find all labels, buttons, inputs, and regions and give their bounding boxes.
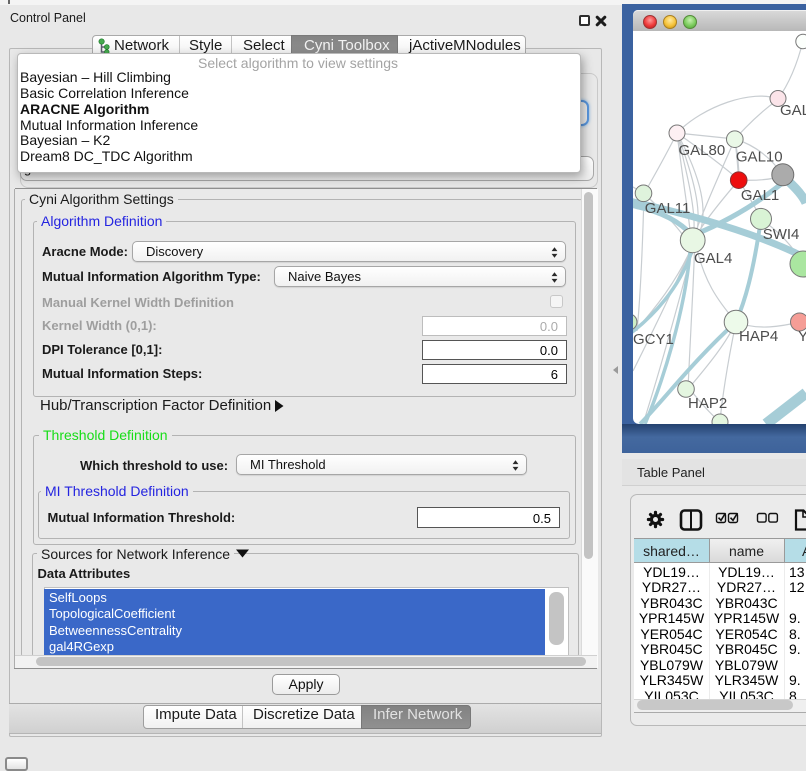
svg-text:SWI4: SWI4	[763, 226, 800, 243]
svg-text:GAL: GAL	[780, 102, 806, 119]
svg-text:GAL1: GAL1	[741, 187, 779, 204]
svg-text:GAL10: GAL10	[736, 149, 783, 166]
svg-text:GCY1: GCY1	[633, 331, 674, 348]
svg-text:GAL80: GAL80	[679, 142, 726, 159]
svg-text:Y: Y	[798, 328, 806, 345]
svg-text:GAL4: GAL4	[694, 250, 732, 267]
svg-text:GAL11: GAL11	[645, 200, 691, 217]
svg-text:HAP2: HAP2	[688, 395, 727, 412]
svg-text:HAP4: HAP4	[739, 328, 778, 345]
